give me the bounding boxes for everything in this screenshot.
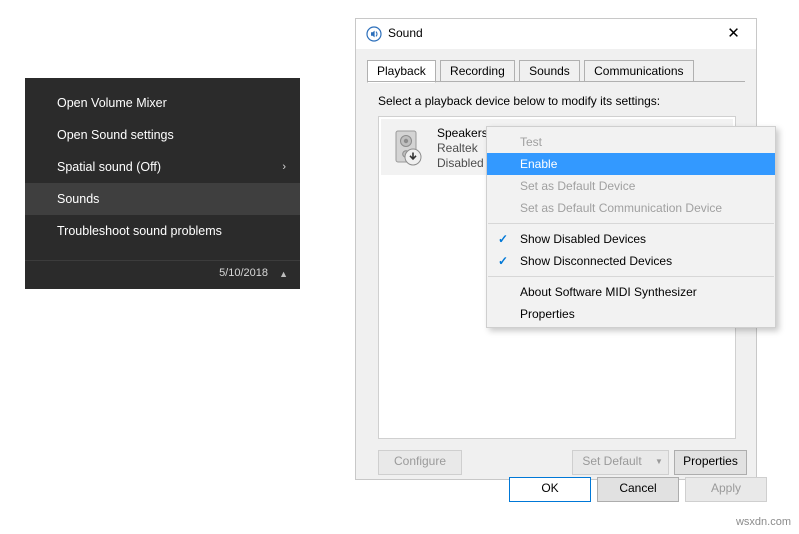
tray-menu-item-troubleshoot[interactable]: Troubleshoot sound problems: [25, 215, 300, 247]
tray-menu-item-label: Troubleshoot sound problems: [57, 224, 222, 238]
tray-menu-item-sounds[interactable]: Sounds: [25, 183, 300, 215]
chevron-right-icon: ›: [282, 161, 286, 173]
device-status: Disabled: [437, 156, 484, 170]
context-menu-item-set-as-default-device[interactable]: Set as Default Device: [487, 175, 775, 197]
cancel-button[interactable]: Cancel: [597, 477, 679, 502]
tray-menu-item-label: Open Sound settings: [57, 128, 174, 142]
device-info: Speakers Realtek Disabled: [437, 126, 488, 171]
device-name: Speakers: [437, 126, 488, 140]
context-menu-item-enable[interactable]: Enable: [487, 153, 775, 175]
context-menu-item-label: Enable: [520, 157, 558, 171]
context-menu-item-label: Show Disconnected Devices: [520, 254, 673, 268]
dialog-title: Sound: [388, 26, 423, 40]
context-menu-item-set-as-default-communication-device[interactable]: Set as Default Communication Device: [487, 197, 775, 219]
context-menu-item-show-disconnected-devices[interactable]: ✓ Show Disconnected Devices: [487, 250, 775, 272]
set-default-button[interactable]: Set Default: [572, 450, 652, 475]
context-menu-item-label: Set as Default Device: [520, 179, 636, 193]
tray-menu-item-label: Spatial sound (Off): [57, 160, 161, 174]
apply-button[interactable]: Apply: [685, 477, 767, 502]
tab-recording[interactable]: Recording: [440, 60, 515, 82]
close-icon[interactable]: ✕: [711, 19, 756, 49]
taskbar-date: 5/10/2018: [219, 267, 268, 279]
context-menu-separator: [488, 276, 774, 277]
tray-expand-icon[interactable]: ▲: [279, 269, 288, 279]
speaker-icon: [366, 26, 382, 42]
taskbar-clock-strip: 5/10/2018 ▲: [25, 260, 300, 289]
tray-menu-item-label: Open Volume Mixer: [57, 96, 167, 110]
context-menu-item-show-disabled-devices[interactable]: ✓ Show Disabled Devices: [487, 228, 775, 250]
properties-button[interactable]: Properties: [674, 450, 747, 475]
tray-menu-item-spatial-sound[interactable]: Spatial sound (Off) ›: [25, 151, 300, 183]
speaker-device-icon: [389, 127, 429, 167]
device-driver: Realtek: [437, 141, 478, 155]
tab-playback[interactable]: Playback: [367, 60, 436, 83]
chevron-down-icon[interactable]: ▼: [650, 450, 669, 475]
tabstrip: Playback Recording Sounds Communications: [367, 60, 695, 83]
context-menu-item-label: Properties: [520, 307, 575, 321]
tab-sounds[interactable]: Sounds: [519, 60, 580, 82]
checkmark-icon: ✓: [498, 254, 509, 268]
tray-menu-item-label: Sounds: [57, 192, 100, 206]
screenshot-root: Open Volume Mixer Open Sound settings Sp…: [0, 0, 799, 534]
context-menu-item-label: Test: [520, 135, 543, 149]
context-menu-item-label: Set as Default Communication Device: [520, 201, 723, 215]
dialog-titlebar: Sound ✕: [356, 19, 756, 50]
tray-menu-item-open-sound-settings[interactable]: Open Sound settings: [25, 119, 300, 151]
context-menu-item-label: Show Disabled Devices: [520, 232, 647, 246]
checkmark-icon: ✓: [498, 232, 509, 246]
tab-communications[interactable]: Communications: [584, 60, 694, 82]
playback-prompt-text: Select a playback device below to modify…: [378, 94, 661, 108]
device-context-menu: Test Enable Set as Default Device Set as…: [486, 126, 776, 328]
watermark: wsxdn.com: [735, 516, 791, 528]
context-menu-item-properties[interactable]: Properties: [487, 303, 775, 325]
context-menu-item-test[interactable]: Test: [487, 131, 775, 153]
tray-menu-item-open-volume-mixer[interactable]: Open Volume Mixer: [25, 87, 300, 119]
context-menu-item-label: About Software MIDI Synthesizer: [520, 285, 697, 299]
ok-button[interactable]: OK: [509, 477, 591, 502]
tabstrip-underline: [367, 81, 745, 82]
context-menu-separator: [488, 223, 774, 224]
context-menu-item-about-software-midi-synthesizer[interactable]: About Software MIDI Synthesizer: [487, 281, 775, 303]
volume-tray-context-menu: Open Volume Mixer Open Sound settings Sp…: [25, 78, 300, 289]
configure-button[interactable]: Configure: [378, 450, 462, 475]
